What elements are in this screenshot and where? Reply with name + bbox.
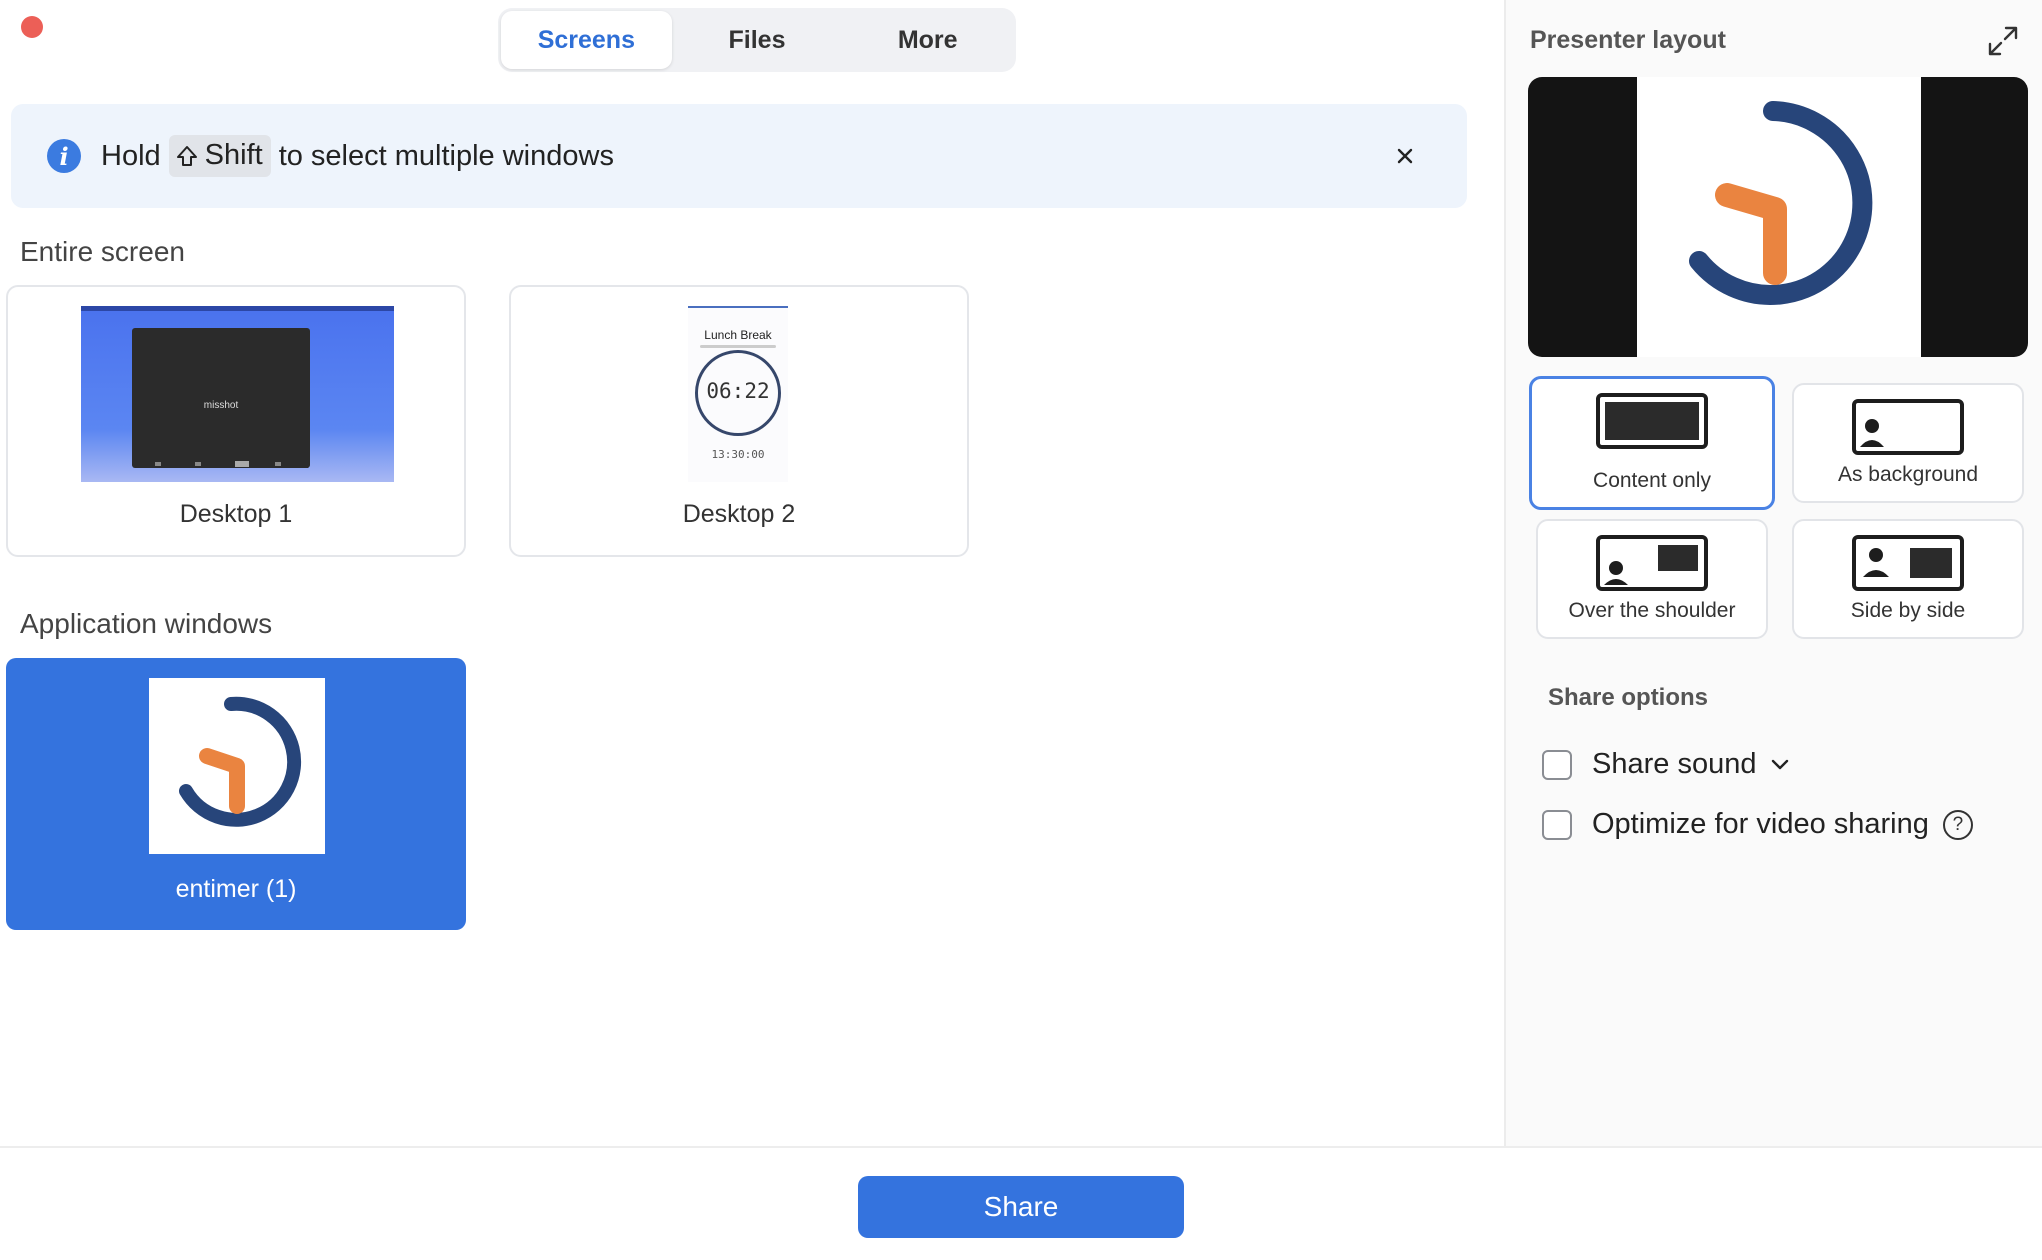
layout-as-background[interactable]: As background	[1792, 383, 2024, 503]
screen-card-desktop-2[interactable]: Lunch Break 06:22 13:30:00 Desktop 2	[509, 285, 969, 557]
layout-over-the-shoulder-label: Over the shoulder	[1568, 599, 1736, 622]
banner-message: Hold Shift to select multiple windows	[101, 135, 614, 177]
shift-arrow-icon	[176, 145, 197, 166]
application-windows-heading: Application windows	[20, 608, 273, 639]
tab-more[interactable]: More	[842, 11, 1013, 69]
desktop-2-label: Desktop 2	[682, 500, 796, 528]
share-options-heading: Share options	[1548, 684, 1709, 711]
footer-divider	[0, 1146, 2042, 1148]
source-picker-pane: Screens Files More i Hold Shift to selec…	[0, 0, 1504, 1146]
over-the-shoulder-icon	[1596, 535, 1708, 591]
banner-close-icon[interactable]	[1389, 140, 1421, 172]
tab-files[interactable]: Files	[672, 11, 843, 69]
optimize-video-row: Optimize for video sharing ?	[1542, 808, 1973, 841]
layout-side-by-side[interactable]: Side by side	[1792, 519, 2024, 639]
info-icon: i	[47, 139, 81, 173]
layout-preview-content	[1637, 77, 1921, 357]
entimer-label: entimer (1)	[175, 875, 297, 903]
tab-screens[interactable]: Screens	[501, 11, 672, 69]
layout-over-the-shoulder[interactable]: Over the shoulder	[1536, 519, 1768, 639]
desktop-1-window-title: misshot	[203, 400, 239, 411]
screen-card-desktop-1[interactable]: misshot Desktop 1	[6, 285, 466, 557]
desktop-1-label: Desktop 1	[179, 500, 293, 528]
entire-screen-heading: Entire screen	[20, 236, 185, 267]
layout-as-background-label: As background	[1837, 463, 1979, 486]
entimer-logo-icon	[1689, 101, 1873, 305]
layout-preview	[1528, 77, 2028, 357]
desktop-1-window-preview: misshot	[132, 328, 310, 468]
layout-side-by-side-label: Side by side	[1850, 599, 1966, 622]
shift-key-label: Shift	[204, 139, 263, 171]
timer-preview-alarm: 13:30:00	[711, 448, 765, 461]
entimer-thumbnail	[149, 678, 325, 854]
optimize-video-checkbox[interactable]	[1542, 809, 1572, 840]
share-sound-row: Share sound	[1542, 748, 1790, 781]
presenter-layout-title: Presenter layout	[1530, 26, 1726, 54]
entimer-logo-icon	[179, 696, 302, 827]
layout-content-only-label: Content only	[1593, 469, 1711, 492]
shift-key-badge: Shift	[168, 135, 271, 177]
side-by-side-icon	[1852, 535, 1964, 591]
layout-content-only[interactable]: Content only	[1529, 376, 1775, 510]
optimize-video-label: Optimize for video sharing	[1592, 808, 1929, 840]
share-sound-label: Share sound	[1592, 748, 1757, 780]
as-background-icon	[1852, 399, 1964, 455]
timer-preview-title: Lunch Break	[704, 328, 772, 342]
banner-hold-text: Hold	[101, 139, 161, 172]
expand-icon[interactable]	[1986, 24, 2020, 58]
info-banner: i Hold Shift to select multiple windows	[11, 104, 1467, 208]
chevron-down-icon[interactable]	[1770, 758, 1790, 772]
source-tabs: Screens Files More	[498, 8, 1016, 72]
presenter-layout-panel: Presenter layout Content only As backgro…	[1504, 0, 2042, 1146]
timer-preview-subtitle-bar	[700, 345, 776, 348]
desktop-1-thumbnail: misshot	[81, 306, 394, 482]
desktop-2-thumbnail: Lunch Break 06:22 13:30:00	[688, 306, 788, 482]
banner-rest-text: to select multiple windows	[278, 139, 614, 172]
share-button[interactable]: Share	[858, 1176, 1184, 1238]
timer-preview-value: 06:22	[706, 379, 770, 403]
share-sound-checkbox[interactable]	[1542, 749, 1572, 780]
dock-preview	[135, 460, 308, 468]
content-only-icon	[1596, 393, 1708, 449]
app-card-entimer[interactable]: entimer (1)	[6, 658, 466, 930]
help-icon[interactable]: ?	[1942, 809, 1973, 840]
